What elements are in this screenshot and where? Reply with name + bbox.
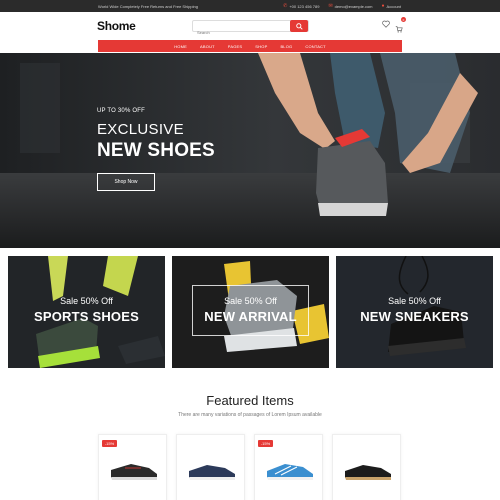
phone-icon: ✆ xyxy=(283,3,288,9)
discount-badge: -15% xyxy=(258,440,273,447)
search-bar xyxy=(192,20,309,38)
nav-home[interactable]: HOME xyxy=(174,44,187,49)
banner-text: Sale 50% Off NEW ARRIVAL xyxy=(172,296,329,324)
email-item[interactable]: ✉ demo@example.com xyxy=(328,3,372,9)
search-input[interactable] xyxy=(193,27,288,38)
product-card[interactable]: -15% xyxy=(254,434,323,500)
cart-button[interactable]: 0 xyxy=(395,17,406,38)
banner-sale: Sale 50% Off xyxy=(224,296,277,306)
banner-text: Sale 50% Off SPORTS SHOES xyxy=(8,296,165,324)
account-text: Account xyxy=(386,3,401,9)
cart-count-badge: 0 xyxy=(401,17,406,22)
header-icons: 0 xyxy=(382,17,406,38)
banner-sale: Sale 50% Off xyxy=(388,296,441,306)
nav-contact[interactable]: CONTACT xyxy=(305,44,325,49)
user-icon: ● xyxy=(381,3,385,9)
banner-title: NEW ARRIVAL xyxy=(204,309,297,324)
hero-subtitle: UP TO 30% OFF xyxy=(97,108,145,114)
product-card[interactable] xyxy=(332,434,401,500)
product-image xyxy=(189,465,235,480)
nav-pages[interactable]: PAGES xyxy=(228,44,243,49)
featured-subtitle: There are many variations of passages of… xyxy=(178,412,322,418)
featured-title: Featured Items xyxy=(206,393,294,408)
topbar-contact: ✆ +00 123 456 789 ✉ demo@example.com ● A… xyxy=(283,3,401,9)
product-image xyxy=(111,464,157,480)
product-card[interactable]: -15% xyxy=(98,434,167,500)
hero-title-line2: NEW SHOES xyxy=(97,140,215,161)
banner-title: NEW SNEAKERS xyxy=(360,309,469,324)
search-icon xyxy=(295,22,303,30)
banner-new-sneakers[interactable]: Sale 50% Off NEW SNEAKERS xyxy=(336,256,493,368)
heart-icon[interactable] xyxy=(382,20,390,28)
hero-text-block: UP TO 30% OFF EXCLUSIVE NEW SHOES xyxy=(97,108,215,162)
mail-icon: ✉ xyxy=(328,3,333,9)
phone-text: +00 123 456 789 xyxy=(289,3,320,9)
account-link[interactable]: ● Account xyxy=(382,3,401,9)
top-bar: World Wide Completely Free Returns and F… xyxy=(0,0,500,12)
nav-shop[interactable]: SHOP xyxy=(255,44,267,49)
hero-title-line1: EXCLUSIVE xyxy=(97,121,184,138)
product-image xyxy=(345,465,391,480)
site-logo[interactable]: Shome xyxy=(97,19,136,33)
main-nav: HOME ABOUT PAGES SHOP BLOG CONTACT xyxy=(98,40,402,52)
banner-sale: Sale 50% Off xyxy=(60,296,113,306)
banner-title: SPORTS SHOES xyxy=(34,309,139,324)
nav-blog[interactable]: BLOG xyxy=(280,44,292,49)
search-button[interactable] xyxy=(290,20,308,32)
product-card[interactable] xyxy=(176,434,245,500)
nav-about[interactable]: ABOUT xyxy=(200,44,215,49)
shop-now-button[interactable]: Shop Now xyxy=(97,173,155,191)
banner-new-arrival[interactable]: Sale 50% Off NEW ARRIVAL xyxy=(172,256,329,368)
cart-icon xyxy=(395,26,403,33)
banner-sports-shoes[interactable]: Sale 50% Off SPORTS SHOES xyxy=(8,256,165,368)
hero-image xyxy=(0,53,500,248)
phone-item[interactable]: ✆ +00 123 456 789 xyxy=(283,3,319,9)
hero-banner: UP TO 30% OFF EXCLUSIVE NEW SHOES Shop N… xyxy=(0,53,500,248)
product-image xyxy=(267,464,313,480)
banner-text: Sale 50% Off NEW SNEAKERS xyxy=(336,296,493,324)
discount-badge: -15% xyxy=(102,440,117,447)
email-text: demo@example.com xyxy=(334,3,373,9)
welcome-text: World Wide Completely Free Returns and F… xyxy=(98,4,198,9)
